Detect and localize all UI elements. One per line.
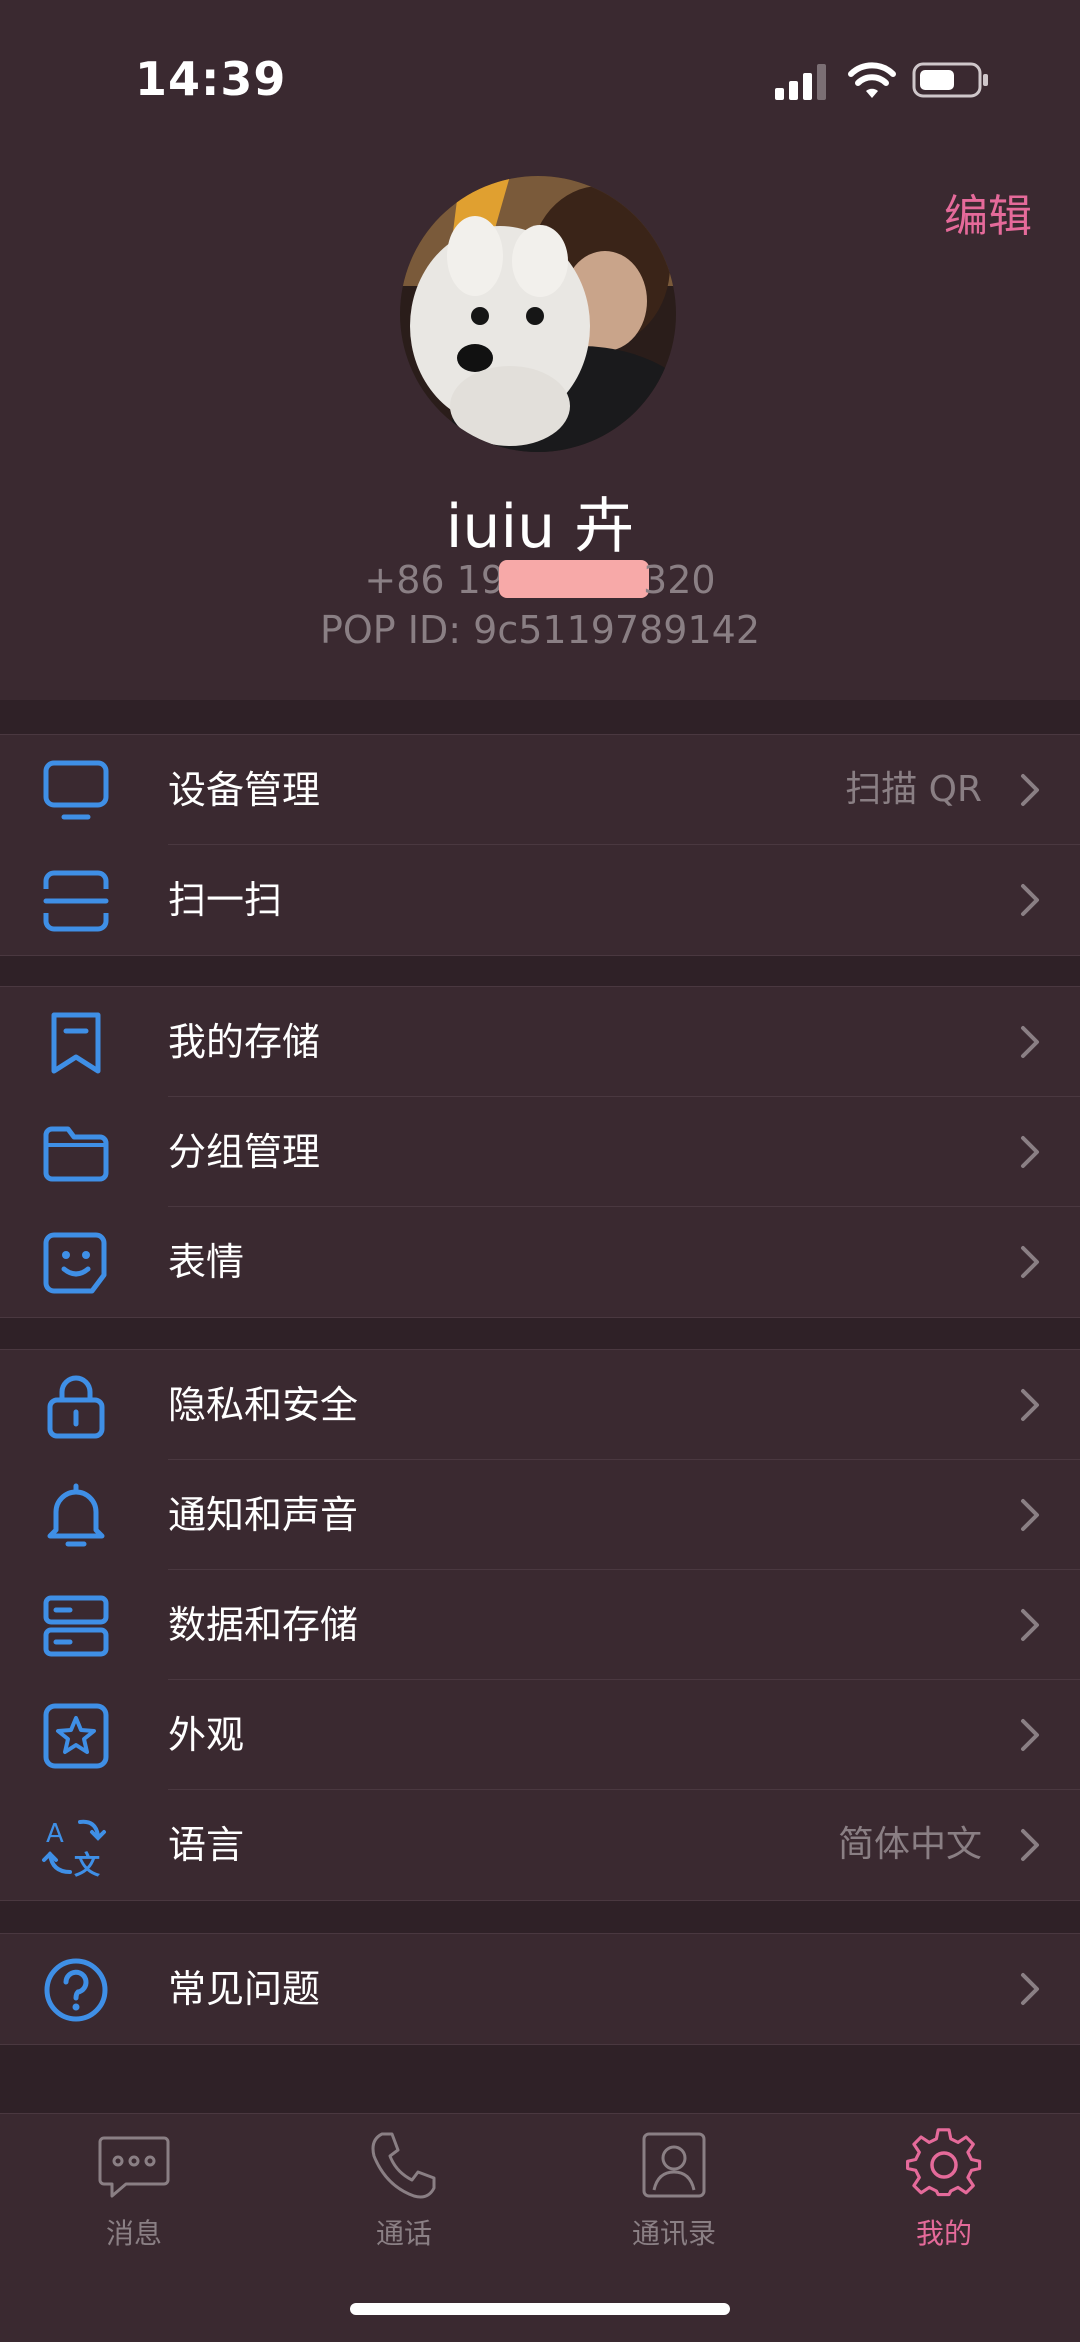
phone-redaction — [499, 560, 650, 598]
profile-header: 编辑 iuiu 卉 +86 19 320 POP ID: 9c5119789142 — [0, 160, 1080, 700]
menu-label: 常见问题 — [168, 1967, 321, 2011]
menu-group-device: 设备管理 扫描 QR 扫一扫 — [0, 734, 1080, 956]
home-indicator[interactable] — [350, 2303, 730, 2315]
monitor-icon — [43, 760, 109, 820]
settings-icon — [906, 2128, 982, 2197]
chat-icon — [98, 2136, 170, 2198]
menu-item-data-storage[interactable]: 数据和存储 — [0, 1570, 1080, 1680]
svg-text:文: 文 — [74, 1850, 101, 1880]
tab-calls[interactable]: 通话 — [314, 2128, 494, 2252]
chevron-right-icon — [1021, 1389, 1039, 1421]
menu-label: 数据和存储 — [168, 1603, 359, 1647]
status-time: 14:39 — [135, 52, 287, 106]
tab-label: 通讯录 — [631, 2217, 716, 2250]
scan-icon — [43, 870, 109, 932]
tab-me[interactable]: 我的 — [854, 2128, 1034, 2252]
tab-label: 消息 — [105, 2217, 162, 2250]
menu-label: 分组管理 — [168, 1130, 321, 1174]
edit-button[interactable]: 编辑 — [944, 180, 1032, 244]
menu-item-faq[interactable]: 常见问题 — [0, 1934, 1080, 2044]
wifi-icon — [848, 62, 896, 98]
phone-icon — [371, 2132, 436, 2199]
star-icon — [43, 1703, 109, 1769]
tab-messages[interactable]: 消息 — [44, 2128, 224, 2252]
menu-value: 扫描 QR — [845, 769, 982, 810]
menu-label: 扫一扫 — [168, 878, 283, 922]
menu-item-stickers[interactable]: 表情 — [0, 1207, 1080, 1317]
menu-item-appearance[interactable]: 外观 — [0, 1680, 1080, 1790]
menu-value: 简体中文 — [837, 1824, 982, 1865]
profile-name: iuiu 卉 — [445, 492, 635, 562]
battery-icon — [912, 62, 988, 98]
bookmark-icon — [51, 1012, 101, 1074]
menu-group-storage: 我的存储 分组管理 表情 — [0, 986, 1080, 1318]
chevron-right-icon — [1021, 774, 1039, 806]
status-bar: 14:39 — [0, 0, 1080, 160]
menu-item-group-management[interactable]: 分组管理 — [0, 1097, 1080, 1207]
menu-group-settings: 隐私和安全 通知和声音 数据和存储 外观 A 文 语言 简体中文 — [0, 1349, 1080, 1901]
help-icon — [44, 1958, 108, 2022]
menu-item-privacy[interactable]: 隐私和安全 — [0, 1350, 1080, 1460]
chevron-right-icon — [1021, 1609, 1039, 1641]
phone-suffix: 320 — [643, 558, 716, 602]
svg-text:A: A — [46, 1819, 64, 1849]
chevron-right-icon — [1021, 1499, 1039, 1531]
chevron-right-icon — [1021, 884, 1039, 916]
translate-icon: A 文 — [42, 1819, 106, 1880]
cellular-signal-icon — [775, 64, 826, 100]
menu-label: 语言 — [168, 1823, 245, 1867]
tab-label: 我的 — [915, 2217, 972, 2250]
menu-label: 通知和声音 — [168, 1493, 359, 1537]
menu-label: 隐私和安全 — [168, 1383, 359, 1427]
menu-item-my-storage[interactable]: 我的存储 — [0, 987, 1080, 1097]
profile-phone: +86 19 320 — [0, 558, 1080, 602]
menu-item-language[interactable]: A 文 语言 简体中文 — [0, 1790, 1080, 1900]
menu-label: 设备管理 — [168, 768, 321, 812]
chevron-right-icon — [1021, 1829, 1039, 1861]
folder-icon — [43, 1126, 109, 1182]
menu-item-device-management[interactable]: 设备管理 扫描 QR — [0, 735, 1080, 845]
menu-item-notifications[interactable]: 通知和声音 — [0, 1460, 1080, 1570]
server-icon — [43, 1595, 109, 1657]
phone-prefix: +86 19 — [364, 558, 506, 602]
chevron-right-icon — [1021, 1973, 1039, 2005]
chevron-right-icon — [1021, 1136, 1039, 1168]
bell-icon — [47, 1483, 105, 1547]
contacts-icon — [642, 2132, 706, 2198]
menu-label: 我的存储 — [168, 1020, 321, 1064]
chevron-right-icon — [1021, 1026, 1039, 1058]
tab-label: 通话 — [375, 2217, 432, 2250]
menu-label: 外观 — [168, 1713, 245, 1757]
chevron-right-icon — [1021, 1719, 1039, 1751]
sticker-icon — [43, 1232, 107, 1294]
menu-label: 表情 — [168, 1240, 245, 1284]
chevron-right-icon — [1021, 1246, 1039, 1278]
menu-item-scan[interactable]: 扫一扫 — [0, 845, 1080, 955]
avatar-photo — [400, 176, 676, 452]
tab-contacts[interactable]: 通讯录 — [584, 2128, 764, 2252]
lock-icon — [47, 1375, 105, 1439]
pop-id: POP ID: 9c5119789142 — [319, 608, 760, 652]
avatar[interactable] — [400, 176, 676, 452]
menu-group-help: 常见问题 — [0, 1933, 1080, 2045]
